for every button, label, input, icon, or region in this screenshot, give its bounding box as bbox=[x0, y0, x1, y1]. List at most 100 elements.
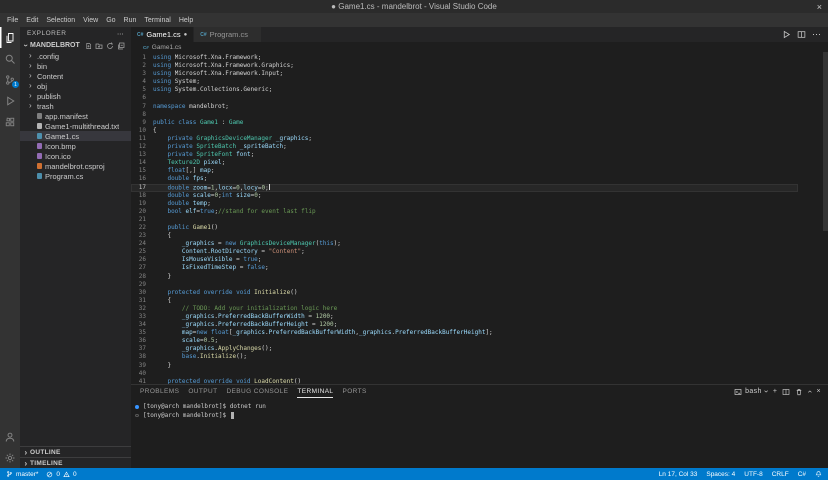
tree-item-bin[interactable]: ›bin bbox=[20, 61, 131, 71]
terminal-content[interactable]: [tony@arch mandelbrot]$ dotnet run[tony@… bbox=[131, 398, 828, 468]
folder-section-header[interactable]: › MANDELBROT bbox=[20, 40, 131, 51]
new-file-icon[interactable] bbox=[85, 42, 92, 50]
breadcrumb[interactable]: C# Game1.cs bbox=[131, 42, 828, 52]
code-line-36[interactable]: 36 scale=0.5; bbox=[131, 337, 798, 345]
code-line-21[interactable]: 21 bbox=[131, 216, 798, 224]
activity-accounts[interactable] bbox=[0, 426, 20, 447]
code-line-34[interactable]: 34 _graphics.PreferredBackBufferHeight =… bbox=[131, 321, 798, 329]
editor-scrollbar[interactable] bbox=[823, 52, 828, 231]
tab-Game1.cs[interactable]: C#Game1.cs● bbox=[131, 27, 194, 42]
activity-explorer[interactable] bbox=[0, 27, 20, 48]
tree-item-Game1.cs[interactable]: Game1.cs bbox=[20, 131, 131, 141]
window-close-icon[interactable]: × bbox=[817, 0, 822, 13]
code-line-24[interactable]: 24 _graphics = new GraphicsDeviceManager… bbox=[131, 240, 798, 248]
code-line-11[interactable]: 11 private GraphicsDeviceManager _graphi… bbox=[131, 135, 798, 143]
code-line-13[interactable]: 13 private SpriteFont font; bbox=[131, 151, 798, 159]
activity-source-control[interactable]: 1 bbox=[0, 69, 20, 90]
tree-item-Program.cs[interactable]: Program.cs bbox=[20, 171, 131, 181]
panel-tab-terminal[interactable]: TERMINAL bbox=[297, 385, 333, 398]
editor-more-actions-icon[interactable]: ⋯ bbox=[812, 29, 821, 40]
code-line-23[interactable]: 23 { bbox=[131, 232, 798, 240]
code-line-41[interactable]: 41 protected override void LoadContent() bbox=[131, 378, 798, 384]
tree-item-Content[interactable]: ›Content bbox=[20, 71, 131, 81]
code-line-22[interactable]: 22 public Game1() bbox=[131, 224, 798, 232]
tree-item-Icon.ico[interactable]: Icon.ico bbox=[20, 151, 131, 161]
panel-tab-debug-console[interactable]: DEBUG CONSOLE bbox=[226, 385, 288, 398]
panel-tab-output[interactable]: OUTPUT bbox=[188, 385, 217, 398]
code-line-35[interactable]: 35 map=new float[_graphics.PreferredBack… bbox=[131, 329, 798, 337]
branch-status[interactable]: master* bbox=[6, 470, 38, 478]
code-line-38[interactable]: 38 base.Initialize(); bbox=[131, 353, 798, 361]
run-button[interactable] bbox=[782, 30, 791, 39]
code-line-19[interactable]: 19 double temp; bbox=[131, 200, 798, 208]
activity-settings[interactable] bbox=[0, 447, 20, 468]
activity-search[interactable] bbox=[0, 48, 20, 69]
code-line-15[interactable]: 15 float[,] map; bbox=[131, 167, 798, 175]
command-decoration-icon[interactable] bbox=[135, 414, 139, 417]
tree-item-trash[interactable]: ›trash bbox=[20, 101, 131, 111]
panel-tab-ports[interactable]: PORTS bbox=[342, 385, 366, 398]
tree-item-Game1-multithread.txt[interactable]: Game1-multithread.txt bbox=[20, 121, 131, 131]
tree-item-app.manifest[interactable]: app.manifest bbox=[20, 111, 131, 121]
code-line-39[interactable]: 39 } bbox=[131, 362, 798, 370]
refresh-icon[interactable] bbox=[106, 42, 114, 50]
timeline-section[interactable]: › TIMELINE bbox=[20, 457, 131, 468]
code-line-9[interactable]: 9public class Game1 : Game bbox=[131, 119, 798, 127]
kill-terminal-icon[interactable] bbox=[795, 388, 803, 396]
code-line-4[interactable]: 4using System; bbox=[131, 78, 798, 86]
menu-selection[interactable]: Selection bbox=[42, 17, 79, 24]
code-line-31[interactable]: 31 { bbox=[131, 297, 798, 305]
tree-item-obj[interactable]: ›obj bbox=[20, 81, 131, 91]
menu-run[interactable]: Run bbox=[120, 17, 141, 24]
problems-status[interactable]: 0 0 bbox=[46, 471, 76, 478]
code-line-17[interactable]: 17 double zoom=1,locx=0,locy=0; bbox=[131, 184, 798, 192]
tab-Program.cs[interactable]: C#Program.cs● bbox=[194, 27, 261, 42]
code-line-3[interactable]: 3using Microsoft.Xna.Framework.Input; bbox=[131, 70, 798, 78]
code-line-40[interactable]: 40 bbox=[131, 370, 798, 378]
code-line-30[interactable]: 30 protected override void Initialize() bbox=[131, 289, 798, 297]
minimap[interactable] bbox=[800, 54, 822, 230]
menu-go[interactable]: Go bbox=[102, 17, 119, 24]
collapse-folders-icon[interactable] bbox=[117, 42, 125, 50]
code-line-10[interactable]: 10{ bbox=[131, 127, 798, 135]
code-line-14[interactable]: 14 Texture2D pixel; bbox=[131, 159, 798, 167]
shell-selector[interactable]: bash› bbox=[734, 387, 768, 396]
notifications-bell-icon[interactable] bbox=[815, 470, 822, 478]
code-line-25[interactable]: 25 Content.RootDirectory = "Content"; bbox=[131, 248, 798, 256]
outline-section[interactable]: › OUTLINE bbox=[20, 446, 131, 457]
split-terminal-icon[interactable] bbox=[782, 388, 790, 396]
code-line-6[interactable]: 6 bbox=[131, 94, 798, 102]
menu-view[interactable]: View bbox=[79, 17, 102, 24]
code-line-8[interactable]: 8 bbox=[131, 111, 798, 119]
code-line-18[interactable]: 18 double scale=0;int size=0; bbox=[131, 192, 798, 200]
maximize-panel-icon[interactable]: › bbox=[805, 390, 814, 393]
activity-run-debug[interactable] bbox=[0, 90, 20, 111]
code-line-37[interactable]: 37 _graphics.ApplyChanges(); bbox=[131, 345, 798, 353]
code-line-26[interactable]: 26 IsMouseVisible = true; bbox=[131, 256, 798, 264]
tree-item-Icon.bmp[interactable]: Icon.bmp bbox=[20, 141, 131, 151]
encoding-status[interactable]: UTF-8 bbox=[744, 471, 762, 478]
menu-terminal[interactable]: Terminal bbox=[140, 17, 174, 24]
menu-file[interactable]: File bbox=[3, 17, 22, 24]
code-line-28[interactable]: 28 } bbox=[131, 273, 798, 281]
code-line-2[interactable]: 2using Microsoft.Xna.Framework.Graphics; bbox=[131, 62, 798, 70]
activity-extensions[interactable] bbox=[0, 111, 20, 132]
code-line-33[interactable]: 33 _graphics.PreferredBackBufferWidth = … bbox=[131, 313, 798, 321]
code-line-7[interactable]: 7namespace mandelbrot; bbox=[131, 103, 798, 111]
panel-tab-problems[interactable]: PROBLEMS bbox=[140, 385, 179, 398]
code-line-29[interactable]: 29 bbox=[131, 281, 798, 289]
close-panel-icon[interactable]: × bbox=[817, 388, 822, 395]
new-folder-icon[interactable] bbox=[95, 42, 103, 50]
command-decoration-icon[interactable] bbox=[135, 405, 139, 409]
tree-item-.config[interactable]: ›.config bbox=[20, 51, 131, 61]
code-line-27[interactable]: 27 IsFixedTimeStep = false; bbox=[131, 264, 798, 272]
cursor-position[interactable]: Ln 17, Col 33 bbox=[659, 471, 698, 478]
views-more-actions-icon[interactable]: ⋯ bbox=[117, 30, 124, 38]
eol-status[interactable]: CRLF bbox=[772, 471, 789, 478]
menu-help[interactable]: Help bbox=[175, 17, 197, 24]
language-mode[interactable]: C# bbox=[798, 471, 806, 478]
code-line-12[interactable]: 12 private SpriteBatch _spriteBatch; bbox=[131, 143, 798, 151]
code-line-16[interactable]: 16 double fps; bbox=[131, 175, 798, 183]
code-line-20[interactable]: 20 bool elf=true;//stand for event last … bbox=[131, 208, 798, 216]
indentation-status[interactable]: Spaces: 4 bbox=[706, 471, 735, 478]
